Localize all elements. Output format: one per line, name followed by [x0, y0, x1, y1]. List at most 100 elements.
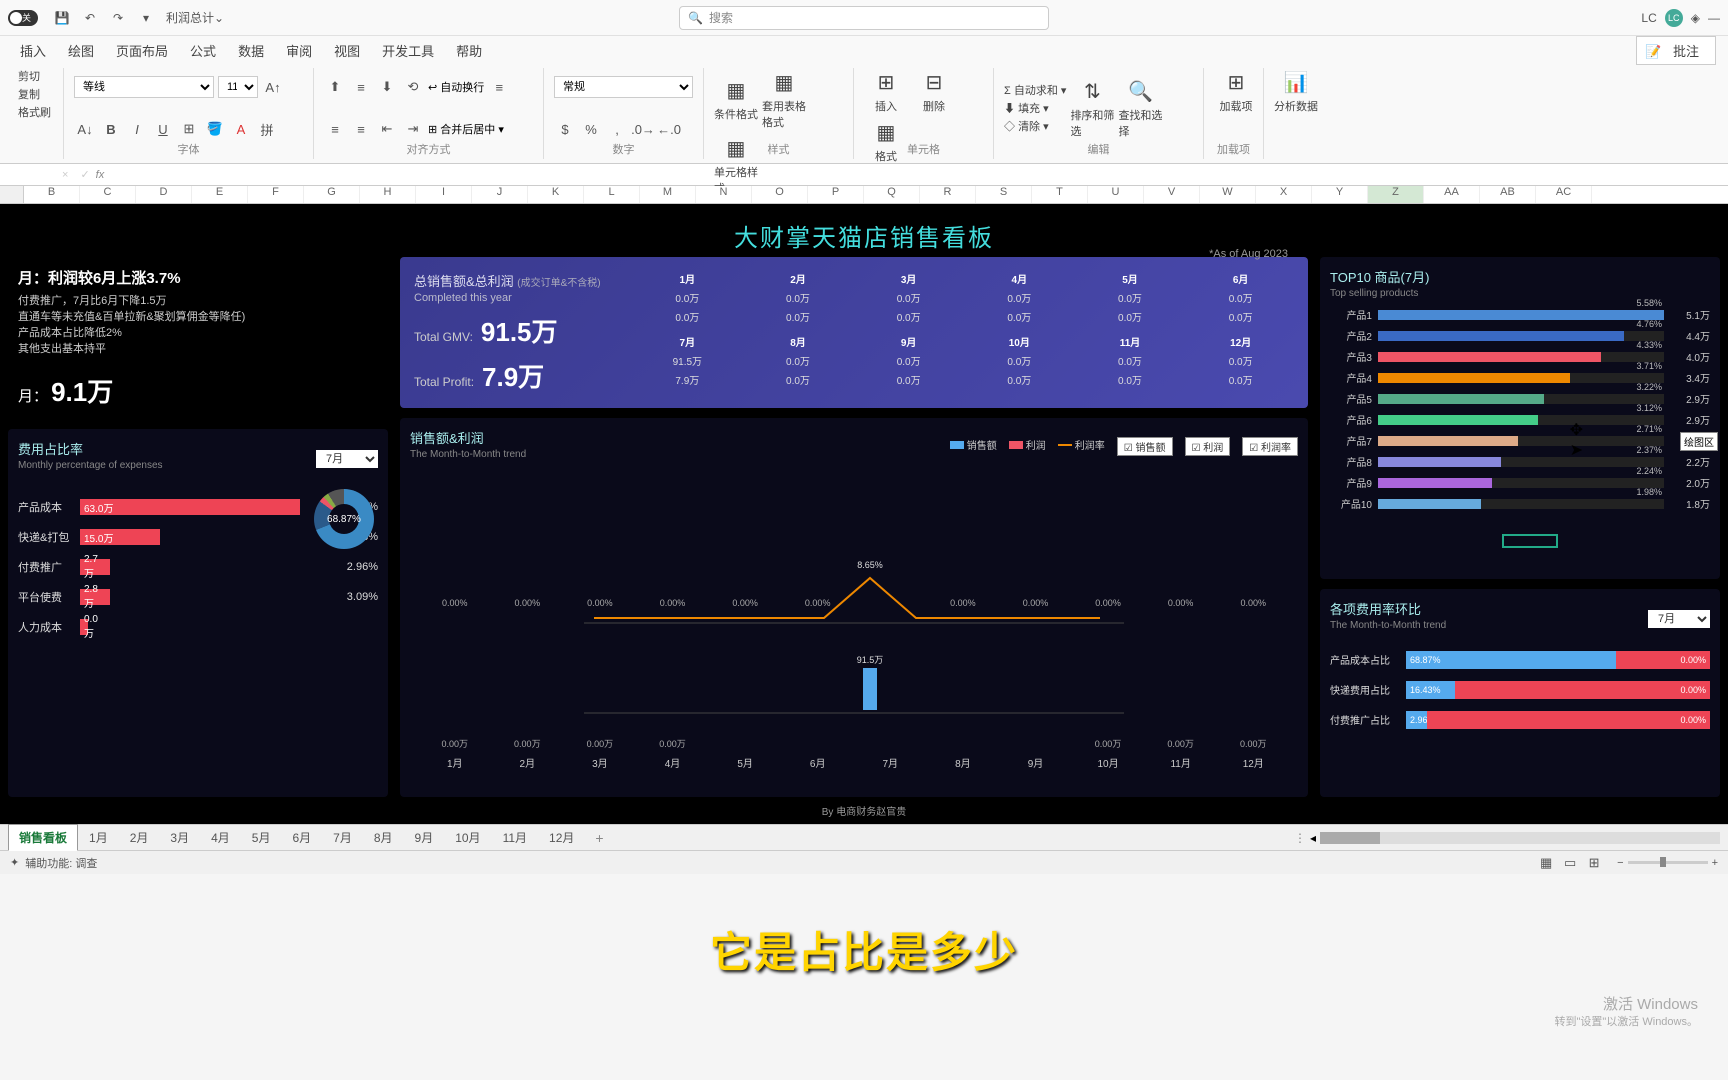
as-of-label: *As of Aug 2023: [1209, 248, 1288, 260]
hscroll-left-icon[interactable]: ◂: [1310, 831, 1316, 845]
cut-button[interactable]: 剪切: [18, 68, 53, 84]
decrease-font-icon[interactable]: A↓: [74, 118, 96, 140]
bold-icon[interactable]: B: [100, 118, 122, 140]
check-profit[interactable]: ☑ 利润: [1185, 437, 1231, 456]
conditional-format-button[interactable]: ▦条件格式: [714, 76, 758, 122]
insert-cells-button[interactable]: ⊞插入: [864, 68, 908, 114]
dashboard-title: 大财掌天猫店销售看板: [0, 204, 1728, 257]
decrease-decimal-icon[interactable]: ←.0: [658, 118, 680, 140]
avatar[interactable]: LC: [1665, 9, 1683, 27]
currency-icon[interactable]: $: [554, 118, 576, 140]
workbook-name[interactable]: 利润总计 ⌄: [160, 9, 230, 26]
wrap-text-button[interactable]: ↩ 自动换行: [428, 79, 484, 95]
align-top-icon[interactable]: ⬆: [324, 76, 346, 98]
sheet-tab[interactable]: 7月: [322, 826, 363, 850]
redo-icon[interactable]: ↷: [106, 6, 130, 30]
save-icon[interactable]: 💾: [50, 6, 74, 30]
tab-developer[interactable]: 开发工具: [374, 37, 442, 64]
align-right-icon[interactable]: ≡: [350, 118, 372, 140]
border-icon[interactable]: ⊞: [178, 118, 200, 140]
find-select-button[interactable]: 🔍查找和选择: [1118, 77, 1162, 139]
normal-view-icon[interactable]: ▦: [1535, 852, 1557, 874]
clear-button[interactable]: ◇ 清除 ▾: [1004, 118, 1066, 134]
fill-color-icon[interactable]: 🪣: [204, 118, 226, 140]
copy-button[interactable]: 复制: [18, 86, 53, 102]
indent-left-icon[interactable]: ⇤: [376, 118, 398, 140]
sheet-tab[interactable]: 5月: [241, 826, 282, 850]
tab-help[interactable]: 帮助: [448, 37, 490, 64]
autosum-button[interactable]: Σ 自动求和 ▾: [1004, 82, 1066, 98]
align-center-icon[interactable]: ≡: [324, 118, 346, 140]
cell-selection: [1502, 534, 1558, 548]
zoom-slider[interactable]: [1628, 861, 1708, 864]
check-rate[interactable]: ☑ 利润率: [1242, 437, 1298, 456]
table-format-button[interactable]: ▦套用表格格式: [762, 68, 806, 130]
undo-icon[interactable]: ↶: [78, 6, 102, 30]
number-format-select[interactable]: 常规: [554, 76, 693, 98]
formula-input[interactable]: [112, 167, 1722, 182]
sheet-tab[interactable]: 3月: [159, 826, 200, 850]
increase-decimal-icon[interactable]: .0→: [632, 118, 654, 140]
tab-draw[interactable]: 绘图: [60, 37, 102, 64]
indent-right-icon[interactable]: ⇥: [402, 118, 424, 140]
align-middle-icon[interactable]: ≡: [350, 76, 372, 98]
horizontal-scrollbar[interactable]: [1320, 832, 1720, 844]
sheet-tab[interactable]: 1月: [78, 826, 119, 850]
ratio-month-select[interactable]: 7月: [1648, 610, 1710, 628]
sheet-scroll-marker: ⋮: [1294, 831, 1306, 845]
page-break-icon[interactable]: ⊞: [1583, 852, 1605, 874]
percent-icon[interactable]: %: [580, 118, 602, 140]
increase-font-icon[interactable]: A↑: [262, 76, 284, 98]
align-bottom-icon[interactable]: ⬇: [376, 76, 398, 98]
tab-insert[interactable]: 插入: [12, 37, 54, 64]
zoom-in-icon[interactable]: +: [1712, 857, 1718, 869]
check-sales[interactable]: ☑ 销售额: [1117, 437, 1173, 456]
italic-icon[interactable]: I: [126, 118, 148, 140]
sheet-tab[interactable]: 8月: [363, 826, 404, 850]
underline-icon[interactable]: U: [152, 118, 174, 140]
addins-button[interactable]: ⊞加载项: [1214, 68, 1258, 114]
orientation-icon[interactable]: ⟲: [402, 76, 424, 98]
dashboard-canvas[interactable]: 大财掌天猫店销售看板 *As of Aug 2023 月：利润较6月上涨3.7%…: [0, 204, 1728, 824]
column-headers[interactable]: BCDEFGHIJKLMNOPQRSTUVWXYZAAABAC: [0, 186, 1728, 204]
zoom-out-icon[interactable]: −: [1617, 857, 1623, 869]
sheet-tabs: 销售看板 1月2月3月4月5月6月7月8月9月10月11月12月 + ⋮ ◂: [0, 824, 1728, 850]
format-painter-button[interactable]: 格式刷: [18, 104, 53, 120]
minimize-icon[interactable]: —: [1708, 11, 1720, 25]
tab-view[interactable]: 视图: [326, 37, 368, 64]
group-label-font: 字体: [64, 141, 313, 157]
diamond-icon[interactable]: ◈: [1691, 11, 1700, 25]
phonetic-icon[interactable]: 拼: [256, 118, 278, 140]
font-size-select[interactable]: 11: [218, 76, 258, 98]
delete-cells-button[interactable]: ⊟删除: [912, 68, 956, 114]
fill-button[interactable]: ⬇ 填充 ▾: [1004, 100, 1066, 116]
comments-button[interactable]: 📝 批注: [1636, 36, 1716, 65]
sheet-tab[interactable]: 2月: [119, 826, 160, 850]
sheet-tab[interactable]: 12月: [538, 826, 585, 850]
accessibility-icon[interactable]: ✦: [10, 856, 19, 869]
merge-button[interactable]: ⊞ 合并后居中 ▾: [428, 121, 504, 137]
tab-layout[interactable]: 页面布局: [108, 37, 176, 64]
expense-month-select[interactable]: 7月: [316, 450, 378, 468]
tab-formulas[interactable]: 公式: [182, 37, 224, 64]
search-input[interactable]: 🔍 搜索: [679, 6, 1049, 30]
fx-icon[interactable]: fx: [96, 169, 105, 181]
add-sheet-button[interactable]: +: [585, 826, 613, 850]
comma-icon[interactable]: ,: [606, 118, 628, 140]
tab-review[interactable]: 审阅: [278, 37, 320, 64]
sort-filter-button[interactable]: ⇅排序和筛选: [1070, 77, 1114, 139]
tab-data[interactable]: 数据: [230, 37, 272, 64]
font-color-icon[interactable]: A: [230, 118, 252, 140]
font-name-select[interactable]: 等线: [74, 76, 214, 98]
sheet-tab-active[interactable]: 销售看板: [8, 824, 78, 851]
sheet-tab[interactable]: 9月: [404, 826, 445, 850]
sheet-tab[interactable]: 6月: [281, 826, 322, 850]
sheet-tab[interactable]: 11月: [492, 826, 538, 850]
qat-dropdown-icon[interactable]: ▾: [134, 6, 158, 30]
sheet-tab[interactable]: 10月: [444, 826, 491, 850]
analyze-button[interactable]: 📊分析数据: [1274, 68, 1318, 114]
autosave-toggle[interactable]: 关: [8, 10, 38, 26]
align-left-icon[interactable]: ≡: [488, 76, 510, 98]
sheet-tab[interactable]: 4月: [200, 826, 241, 850]
page-layout-icon[interactable]: ▭: [1559, 852, 1581, 874]
